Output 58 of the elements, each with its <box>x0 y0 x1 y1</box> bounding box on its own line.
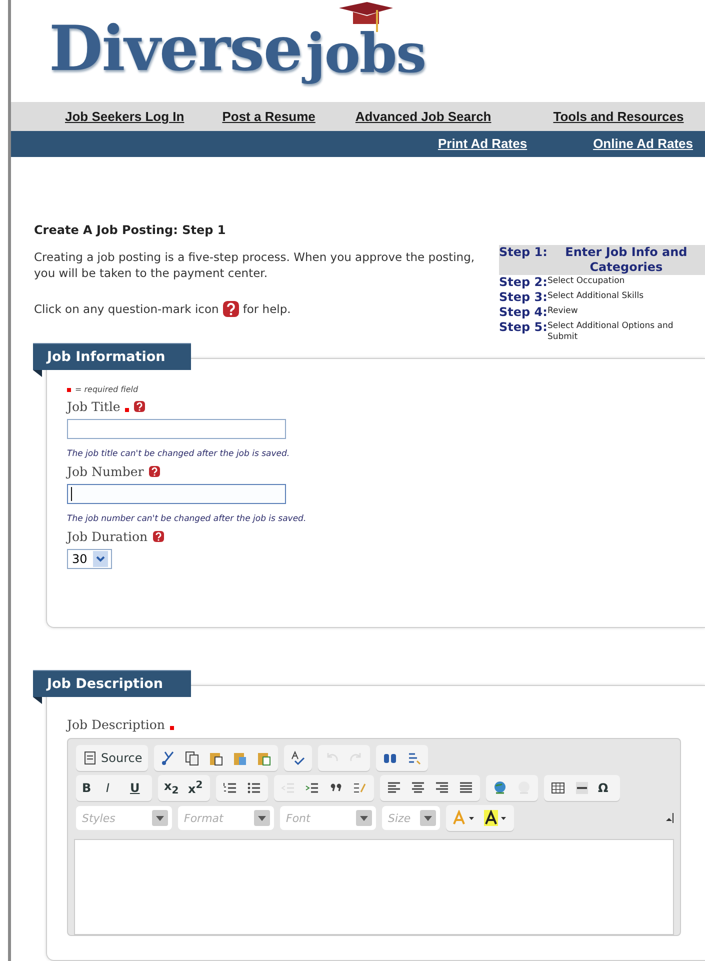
dropdown-arrow-icon <box>156 816 164 820</box>
nav-link[interactable]: Advanced Job Search <box>355 108 492 124</box>
help-icon[interactable] <box>134 401 146 412</box>
clipboard-icon <box>232 750 248 766</box>
nav-link[interactable]: Online Ad Rates <box>593 136 693 152</box>
help-text: for help. <box>242 302 291 316</box>
spellcheck-icon <box>290 750 306 766</box>
field-note: The job title can't be changed after the job is saved. <box>67 449 291 459</box>
chevron-down-icon <box>96 556 106 562</box>
clipboard-icon <box>256 750 272 766</box>
align-right-icon <box>434 780 450 796</box>
step-item[interactable]: Step 1: Enter Job Info and Categories <box>499 245 705 275</box>
help-icon[interactable] <box>148 466 160 477</box>
table-icon <box>550 780 566 796</box>
numbered-list-icon <box>222 780 238 796</box>
section-header: Job Information <box>33 343 191 370</box>
toolbar-button[interactable]: U <box>127 777 149 799</box>
toolbar-button[interactable]: B <box>79 777 101 799</box>
align-center-icon <box>410 780 426 796</box>
nav-link[interactable]: Tools and Resources <box>553 108 684 124</box>
field-label: Job Title <box>67 399 120 414</box>
dropdown-arrow-icon <box>360 816 368 820</box>
required-marker <box>67 388 71 392</box>
toolbar-button[interactable]: x$^{2}$ <box>185 777 207 799</box>
justify-icon <box>458 780 474 796</box>
field-label: Job Number <box>67 464 144 479</box>
text-field[interactable] <box>67 419 286 439</box>
toolbar-button[interactable]: I <box>103 777 125 799</box>
ribbon-fold <box>33 697 42 704</box>
field-label: Job Description <box>67 717 165 732</box>
help-icon[interactable] <box>152 531 164 542</box>
field-label: Job Duration <box>67 529 148 544</box>
collapse-icon[interactable] <box>666 813 674 823</box>
page-title: Create A Job Posting: Step 1 <box>34 223 227 237</box>
nav-link[interactable]: Job Seekers Log In <box>65 108 184 124</box>
field-note: The job number can't be changed after the job is saved. <box>67 514 308 524</box>
help-text: Click on any question-mark icon <box>34 302 219 316</box>
text-field[interactable] <box>67 484 286 504</box>
align-left-icon <box>386 780 402 796</box>
section-header: Job Description <box>33 670 191 697</box>
bulleted-list-icon <box>246 780 262 796</box>
dropdown-arrow-icon <box>424 816 432 820</box>
legend-text: = required field <box>75 385 138 394</box>
toolbar-button[interactable]: x$_{2}$ <box>161 777 183 799</box>
document-icon <box>82 750 98 766</box>
duration-select[interactable]: 30 <box>67 549 112 569</box>
intro-text: Creating a job posting is a five-step process. When you approve the posting, you will be taken to the payment center. <box>34 249 476 281</box>
highlight-color-icon <box>484 810 508 826</box>
text-color-icon <box>452 810 476 826</box>
dropdown-arrow-icon <box>258 816 266 820</box>
logo[interactable]: Diversejobs <box>49 0 426 102</box>
globe-icon <box>492 780 508 796</box>
nav-link[interactable]: Post a Resume <box>222 108 316 124</box>
ribbon-fold <box>33 370 42 377</box>
nav-link[interactable]: Print Ad Rates <box>438 136 528 152</box>
clipboard-icon <box>208 750 224 766</box>
help-icon <box>222 301 239 317</box>
copy-icon <box>184 750 200 766</box>
